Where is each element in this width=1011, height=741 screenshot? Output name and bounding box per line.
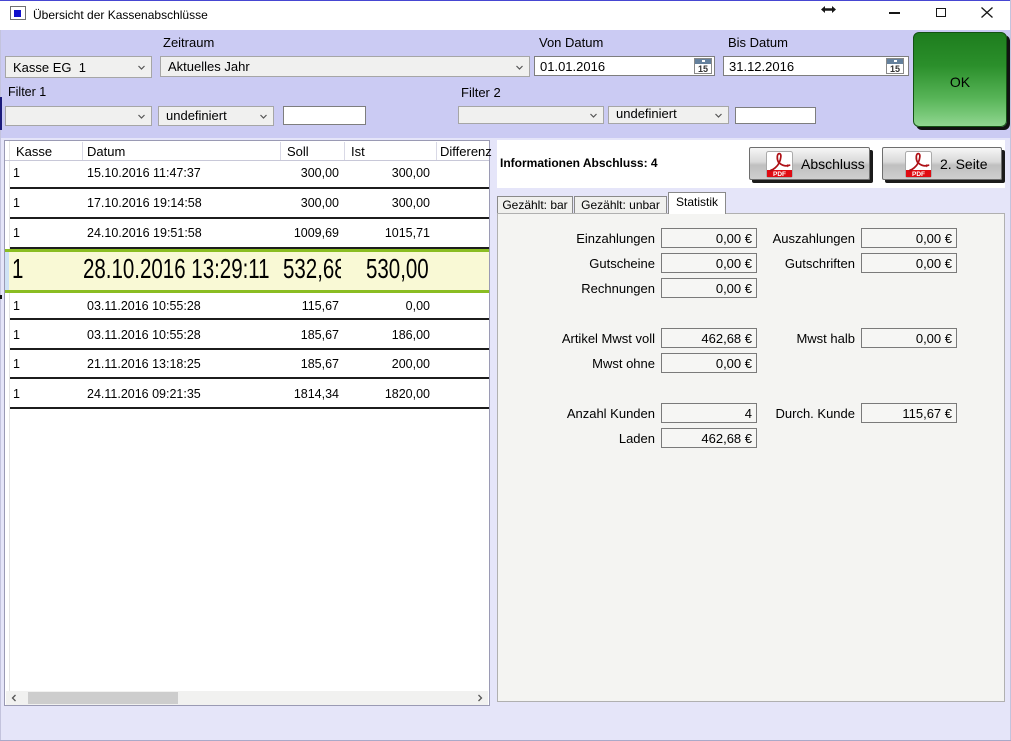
svg-text:PDF: PDF (773, 171, 786, 178)
svg-text:PDF: PDF (912, 171, 925, 178)
